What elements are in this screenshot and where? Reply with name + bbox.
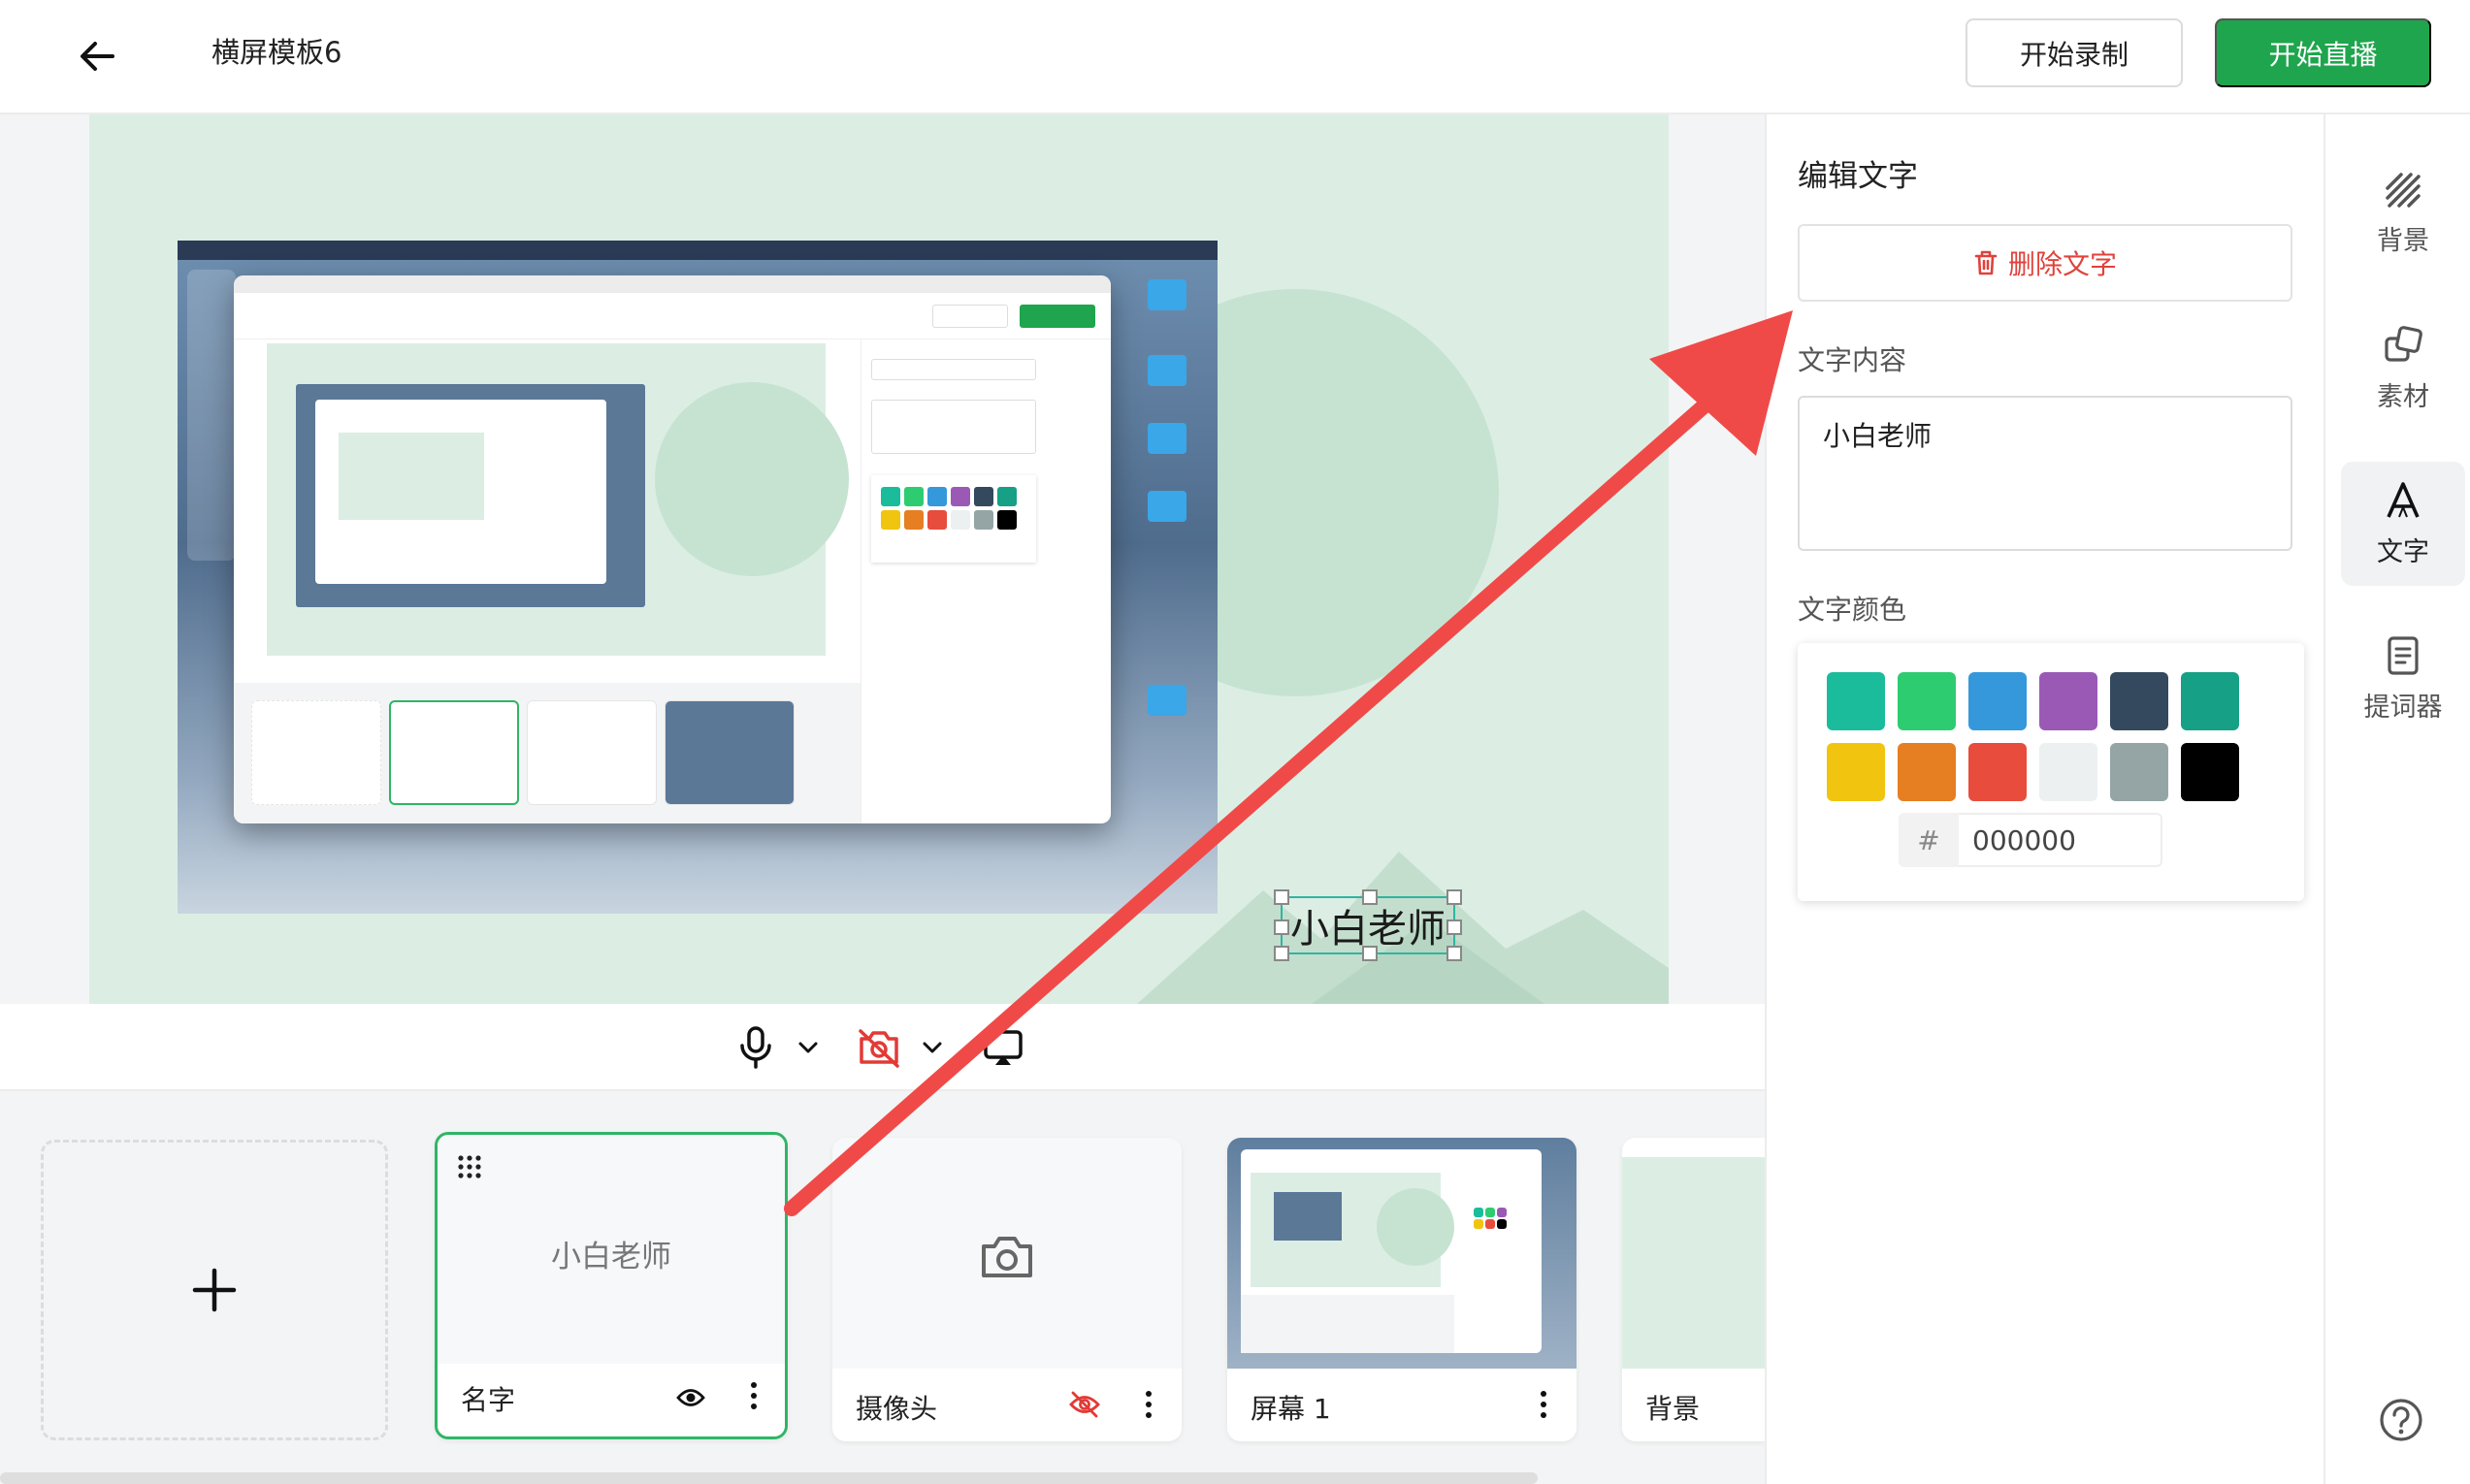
add-source-button[interactable] xyxy=(41,1140,388,1440)
resize-handle[interactable] xyxy=(1362,889,1378,905)
color-swatch[interactable] xyxy=(2110,672,2168,730)
source-thumbnail xyxy=(832,1138,1182,1369)
microphone-icon xyxy=(740,1026,771,1069)
color-swatch[interactable] xyxy=(1898,672,1956,730)
start-live-button[interactable]: 开始直播 xyxy=(2215,18,2431,87)
source-label: 背景 xyxy=(1645,1393,1701,1425)
source-thumbnail xyxy=(1622,1157,1765,1369)
camera-dropdown[interactable] xyxy=(918,1025,947,1070)
media-control-bar xyxy=(0,1004,1765,1091)
tool-background[interactable]: 背景 xyxy=(2341,151,2465,275)
camera-off-icon xyxy=(859,1029,899,1068)
tool-label: 文字 xyxy=(2377,536,2429,567)
nested-screen-thumbnail xyxy=(296,384,645,607)
microphone-button[interactable] xyxy=(733,1025,778,1070)
weather-widget xyxy=(187,270,236,561)
drag-handle-icon[interactable] xyxy=(457,1154,482,1179)
folder-icon xyxy=(1148,279,1186,310)
tool-label: 背景 xyxy=(2377,225,2429,256)
background-icon xyxy=(2386,172,2421,208)
page-title: 横屏模板6 xyxy=(211,36,342,69)
camera-button[interactable] xyxy=(854,1025,904,1070)
right-toolbar: 背景 素材 文字 提词器 xyxy=(2324,114,2470,1484)
text-icon xyxy=(2387,481,2420,518)
microphone-dropdown[interactable] xyxy=(794,1025,823,1070)
color-swatch[interactable] xyxy=(1827,672,1885,730)
hex-prefix: # xyxy=(1899,813,1959,867)
color-swatch[interactable] xyxy=(1968,672,2027,730)
text-editor-panel: 编辑文字 删除文字 文字内容 小白老师 文字颜色 # xyxy=(1765,114,2324,1484)
resize-handle[interactable] xyxy=(1274,889,1289,905)
resize-handle[interactable] xyxy=(1274,919,1289,935)
source-card-name[interactable]: 小白老师 名字 xyxy=(435,1132,788,1439)
source-label: 屏幕 1 xyxy=(1251,1393,1331,1425)
arrow-left-icon xyxy=(81,42,114,71)
screen-share-button[interactable] xyxy=(978,1025,1028,1070)
color-swatch[interactable] xyxy=(2181,743,2239,801)
source-card-screen[interactable]: 屏幕 1 xyxy=(1227,1138,1576,1441)
top-header: 横屏模板6 开始录制 开始直播 xyxy=(0,0,2470,114)
color-swatch[interactable] xyxy=(2181,672,2239,730)
material-icon xyxy=(2385,325,2422,362)
plus-icon xyxy=(192,1268,237,1312)
resize-handle[interactable] xyxy=(1362,946,1378,961)
hex-color-input[interactable] xyxy=(1959,813,2162,867)
folder-icon xyxy=(1148,423,1186,454)
text-content-input[interactable]: 小白老师 xyxy=(1798,396,2292,551)
tool-label: 素材 xyxy=(2377,381,2429,412)
source-thumbnail xyxy=(1227,1138,1576,1369)
trash-icon xyxy=(1974,250,1998,275)
tool-teleprompter[interactable]: 提词器 xyxy=(2341,617,2465,741)
source-thumbnail: 小白老师 xyxy=(438,1135,785,1368)
preview-canvas[interactable]: 小白老师 xyxy=(89,114,1669,1004)
folder-icon xyxy=(1148,491,1186,522)
tool-label: 提词器 xyxy=(2363,692,2443,723)
help-button[interactable] xyxy=(2374,1393,2428,1447)
text-color-label: 文字颜色 xyxy=(1798,594,1907,626)
color-swatch[interactable] xyxy=(2039,672,2097,730)
source-label: 名字 xyxy=(461,1384,516,1416)
color-swatch[interactable] xyxy=(1968,743,2027,801)
folder-icon xyxy=(1148,355,1186,386)
delete-text-label: 删除文字 xyxy=(2007,249,2117,279)
source-label: 摄像头 xyxy=(856,1393,938,1425)
tool-material[interactable]: 素材 xyxy=(2341,306,2465,431)
source-card-camera[interactable]: 摄像头 xyxy=(832,1138,1182,1441)
canvas-text-selection[interactable]: 小白老师 xyxy=(1274,889,1462,961)
captured-menubar xyxy=(178,241,1218,260)
resize-handle[interactable] xyxy=(1274,946,1289,961)
screen-capture-preview xyxy=(178,241,1218,914)
camera-icon xyxy=(982,1237,1032,1277)
text-content-label: 文字内容 xyxy=(1798,344,1907,376)
chevron-down-icon xyxy=(798,1042,818,1053)
color-swatch[interactable] xyxy=(2110,743,2168,801)
color-swatch[interactable] xyxy=(2039,743,2097,801)
screen-share-icon xyxy=(984,1030,1023,1065)
back-button[interactable] xyxy=(70,29,124,83)
color-picker: # xyxy=(1798,643,2304,901)
chevron-down-icon xyxy=(923,1042,942,1053)
nested-app-window xyxy=(234,275,1111,823)
teleprompter-icon xyxy=(2388,635,2419,675)
text-preview: 小白老师 xyxy=(551,1240,671,1274)
tool-text[interactable]: 文字 xyxy=(2341,462,2465,586)
resize-handle[interactable] xyxy=(1446,946,1462,961)
eye-icon[interactable] xyxy=(676,1387,705,1408)
more-vertical-icon[interactable] xyxy=(1145,1390,1153,1419)
source-card-background[interactable]: 背景 xyxy=(1622,1138,1765,1441)
delete-text-button[interactable]: 删除文字 xyxy=(1798,224,2292,302)
more-vertical-icon[interactable] xyxy=(1540,1390,1547,1419)
panel-title: 编辑文字 xyxy=(1798,159,1918,194)
folder-icon xyxy=(1148,685,1186,716)
more-vertical-icon[interactable] xyxy=(750,1381,758,1410)
color-swatch[interactable] xyxy=(1827,743,1885,801)
resize-handle[interactable] xyxy=(1446,889,1462,905)
help-icon xyxy=(2380,1399,2422,1441)
resize-handle[interactable] xyxy=(1446,919,1462,935)
color-swatch[interactable] xyxy=(1898,743,1956,801)
start-recording-button[interactable]: 开始录制 xyxy=(1966,18,2183,87)
tray-scrollbar[interactable] xyxy=(0,1472,1538,1484)
eye-off-icon[interactable] xyxy=(1069,1390,1100,1419)
